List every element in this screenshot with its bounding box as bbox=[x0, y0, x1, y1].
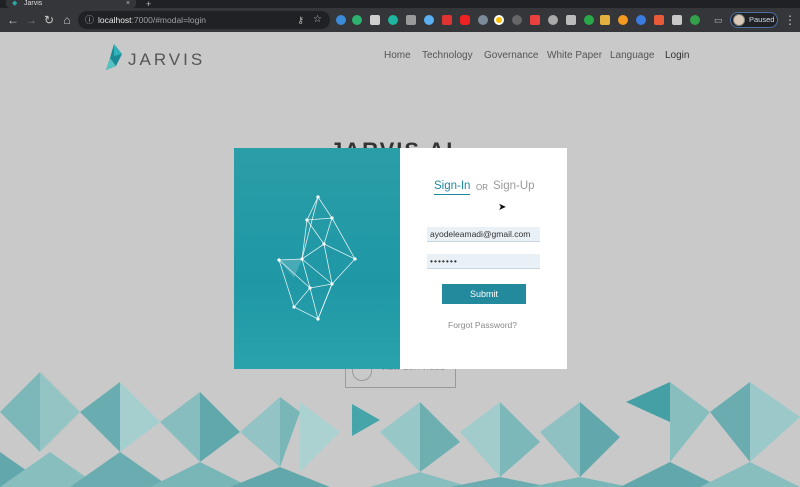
profile-status-label: Paused bbox=[749, 15, 775, 24]
extension-icon[interactable] bbox=[352, 15, 362, 25]
tab-title: Jarvis bbox=[24, 0, 43, 7]
address-bar[interactable]: ⓘ localhost:7000/#modal=login ⚷ ☆ bbox=[78, 11, 330, 29]
profile-button[interactable]: Paused bbox=[730, 12, 778, 28]
or-separator: OR bbox=[476, 183, 488, 192]
browser-toolbar: ← → ↻ ⌂ ⓘ localhost:7000/#modal=login ⚷ … bbox=[0, 8, 800, 32]
extension-icon[interactable] bbox=[478, 15, 488, 25]
extension-icon[interactable] bbox=[530, 15, 540, 25]
extension-icon[interactable] bbox=[636, 15, 646, 25]
extension-icon[interactable] bbox=[424, 15, 434, 25]
browser-tab-bar: ◆ Jarvis × + bbox=[0, 0, 800, 9]
chrome-icon[interactable] bbox=[494, 15, 504, 25]
cast-icon[interactable]: ▭ bbox=[714, 13, 726, 27]
close-tab-icon[interactable]: × bbox=[126, 0, 130, 8]
jarvis-favicon-icon: ◆ bbox=[12, 0, 18, 7]
nav-language[interactable]: Language bbox=[610, 50, 655, 61]
submit-button[interactable]: Submit bbox=[442, 284, 526, 304]
nav-home[interactable]: Home bbox=[384, 50, 411, 61]
mouse-cursor-icon: ➤ bbox=[498, 202, 507, 213]
browser-menu-icon[interactable]: ⋮ bbox=[784, 11, 796, 29]
new-tab-button[interactable]: + bbox=[146, 0, 151, 9]
login-form: Sign-In OR Sign-Up ➤ ayodeleamadi@gmail.… bbox=[400, 148, 567, 369]
extension-icon[interactable] bbox=[584, 15, 594, 25]
nav-white-paper[interactable]: White Paper bbox=[547, 50, 602, 61]
extension-icon[interactable] bbox=[370, 15, 380, 25]
password-field[interactable]: ••••••• bbox=[427, 254, 540, 269]
reload-icon[interactable]: ↻ bbox=[40, 11, 58, 29]
bookmark-star-icon[interactable]: ☆ bbox=[313, 11, 322, 29]
browser-tab[interactable]: ◆ Jarvis × bbox=[6, 0, 136, 8]
home-icon[interactable]: ⌂ bbox=[58, 11, 76, 29]
extension-icon[interactable] bbox=[548, 15, 558, 25]
youtube-icon[interactable] bbox=[460, 15, 470, 25]
extension-icon[interactable] bbox=[618, 15, 628, 25]
site-info-icon[interactable]: ⓘ bbox=[85, 11, 94, 29]
back-icon[interactable]: ← bbox=[4, 11, 22, 29]
modal-artwork bbox=[234, 148, 400, 369]
logo-text: JARVIS bbox=[128, 50, 206, 69]
avatar bbox=[733, 14, 745, 26]
tab-sign-up[interactable]: Sign-Up bbox=[493, 180, 535, 192]
extension-icon[interactable] bbox=[672, 15, 682, 25]
extension-icon[interactable] bbox=[406, 15, 416, 25]
extension-icon[interactable] bbox=[388, 15, 398, 25]
geometric-j-logo-icon bbox=[277, 195, 357, 321]
extension-icon[interactable] bbox=[600, 15, 610, 25]
tab-sign-in[interactable]: Sign-In bbox=[434, 180, 471, 195]
extension-icon[interactable] bbox=[336, 15, 346, 25]
login-modal: Sign-In OR Sign-Up ➤ ayodeleamadi@gmail.… bbox=[234, 148, 567, 369]
extension-icon[interactable] bbox=[566, 15, 576, 25]
forgot-password-link[interactable]: Forgot Password? bbox=[448, 320, 517, 330]
page-body: JARVIS Home Technology Governance White … bbox=[0, 32, 800, 487]
extension-icon[interactable] bbox=[654, 15, 664, 25]
jarvis-logo-icon bbox=[106, 44, 122, 70]
key-icon[interactable]: ⚷ bbox=[297, 11, 304, 29]
extension-icon[interactable] bbox=[442, 15, 452, 25]
forward-icon[interactable]: → bbox=[22, 11, 40, 29]
extension-icon[interactable] bbox=[512, 15, 522, 25]
extension-icon[interactable] bbox=[690, 15, 700, 25]
nav-governance[interactable]: Governance bbox=[484, 50, 538, 61]
email-field[interactable]: ayodeleamadi@gmail.com bbox=[427, 227, 540, 242]
nav-technology[interactable]: Technology bbox=[422, 50, 473, 61]
triangle-pattern bbox=[0, 372, 800, 487]
url-text[interactable]: localhost:7000/#modal=login bbox=[98, 11, 206, 29]
nav-login[interactable]: Login bbox=[665, 50, 689, 61]
